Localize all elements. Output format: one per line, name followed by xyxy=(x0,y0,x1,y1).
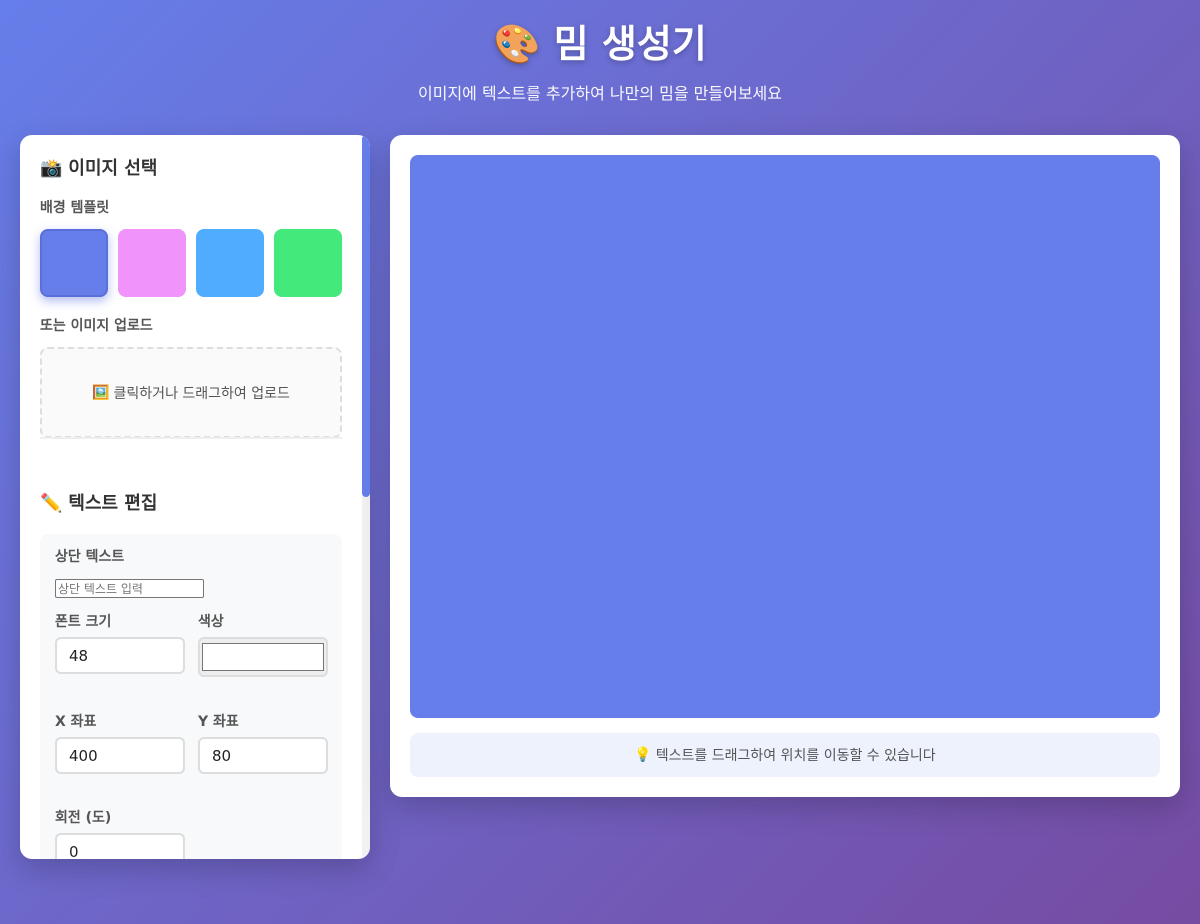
color-picker[interactable] xyxy=(198,637,328,677)
text-section-title-text: 텍스트 편집 xyxy=(68,493,158,514)
text-section-title: ✏️ 텍스트 편집 xyxy=(40,492,158,516)
image-upload-dropzone[interactable]: 🖼️ 클릭하거나 드래그하여 업로드 xyxy=(40,347,342,438)
color-label: 색상 xyxy=(198,614,224,630)
page-header: 🎨 밈 생성기 이미지에 텍스트를 추가하여 나만의 밈을 만들어보세요 xyxy=(0,0,1200,104)
page-subtitle: 이미지에 텍스트를 추가하여 나만의 밈을 만들어보세요 xyxy=(418,84,782,103)
x-input[interactable] xyxy=(55,737,185,774)
templates-label: 배경 템플릿 xyxy=(40,200,110,216)
section-divider xyxy=(40,437,342,439)
preview-panel: 💡 텍스트를 드래그하여 위치를 이동할 수 있습니다 xyxy=(390,135,1180,797)
page-title-text: 밈 생성기 xyxy=(553,22,707,66)
scrollbar-track[interactable] xyxy=(362,135,370,859)
scrollbar-thumb[interactable] xyxy=(362,135,370,497)
template-swatch-4[interactable] xyxy=(274,229,342,297)
picture-icon: 🖼️ xyxy=(92,384,110,401)
meme-canvas[interactable] xyxy=(410,155,1160,718)
top-text-editor: 상단 텍스트 폰트 크기 색상 X 좌표 xyxy=(40,534,342,859)
upload-text: 클릭하거나 드래그하여 업로드 xyxy=(113,385,290,402)
drag-hint-text: 텍스트를 드래그하여 위치를 이동할 수 있습니다 xyxy=(655,748,936,764)
image-section-title-text: 이미지 선택 xyxy=(68,158,158,179)
rotation-input[interactable] xyxy=(55,833,185,859)
rotation-label: 회전 (도) xyxy=(55,810,112,826)
color-swatch xyxy=(202,643,324,671)
font-size-input[interactable] xyxy=(55,637,185,674)
palette-icon: 🎨 xyxy=(493,22,541,66)
font-size-field: 폰트 크기 xyxy=(55,613,185,677)
color-field: 색상 xyxy=(198,613,328,677)
control-panel[interactable]: 📸 이미지 선택 배경 템플릿 또는 이미지 업로드 🖼️ 클릭하거나 드래그하여… xyxy=(20,135,370,859)
y-field: Y 좌표 xyxy=(198,713,328,774)
position-row: X 좌표 Y 좌표 xyxy=(55,713,328,774)
font-size-label: 폰트 크기 xyxy=(55,614,112,630)
page-title: 🎨 밈 생성기 xyxy=(0,18,1200,70)
pencil-icon: ✏️ xyxy=(40,493,63,514)
font-row: 폰트 크기 색상 xyxy=(55,613,328,677)
template-swatch-2[interactable] xyxy=(118,229,186,297)
upload-label: 또는 이미지 업로드 xyxy=(40,318,153,334)
template-swatch-3[interactable] xyxy=(196,229,264,297)
template-swatch-1[interactable] xyxy=(40,229,108,297)
x-field: X 좌표 xyxy=(55,713,185,774)
camera-icon: 📸 xyxy=(40,158,63,179)
x-label: X 좌표 xyxy=(55,714,97,730)
top-text-label: 상단 텍스트 xyxy=(55,549,125,565)
drag-hint: 💡 텍스트를 드래그하여 위치를 이동할 수 있습니다 xyxy=(410,733,1160,777)
lightbulb-icon: 💡 xyxy=(634,747,652,763)
top-text-input[interactable] xyxy=(55,579,204,598)
image-section-title: 📸 이미지 선택 xyxy=(40,157,158,181)
rotation-row: 회전 (도) xyxy=(55,809,327,859)
rotation-field: 회전 (도) xyxy=(55,809,185,859)
y-label: Y 좌표 xyxy=(198,714,239,730)
template-list xyxy=(40,229,342,297)
y-input[interactable] xyxy=(198,737,328,774)
